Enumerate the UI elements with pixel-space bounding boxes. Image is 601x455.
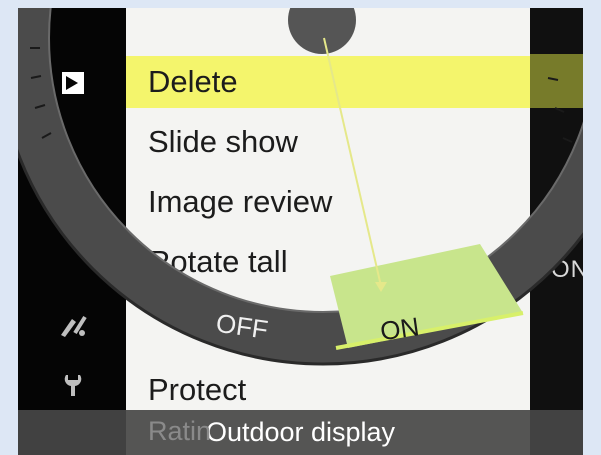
bottom-bar: Outdoor display bbox=[18, 410, 583, 455]
outdoor-display-dial: OFF ON bbox=[18, 8, 583, 366]
bottom-bar-label: Outdoor display bbox=[205, 417, 396, 447]
dial-knob bbox=[288, 8, 356, 54]
menu-item-rating-ghost: Ratin bbox=[148, 416, 212, 446]
dial-pointer-line bbox=[323, 37, 382, 287]
dial-on-label[interactable]: ON bbox=[378, 311, 421, 346]
camera-screen: ON Delete Slide show Image review Rotate… bbox=[18, 8, 583, 455]
dial-ticks bbox=[30, 47, 573, 143]
